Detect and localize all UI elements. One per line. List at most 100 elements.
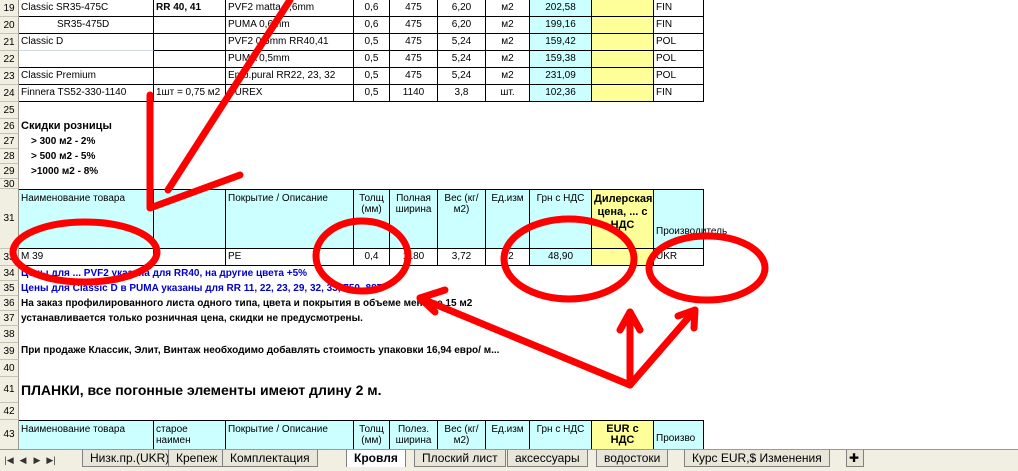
cell-coating[interactable]: PVF2 0,5mm RR40,41 bbox=[226, 34, 354, 51]
next-sheet-icon[interactable]: ▶ bbox=[32, 454, 42, 466]
cell-name[interactable]: М 39 bbox=[19, 249, 154, 266]
cell-old-name[interactable] bbox=[154, 17, 226, 34]
sheet-tab-active[interactable]: Кровля bbox=[346, 450, 406, 467]
cell-name[interactable] bbox=[19, 51, 154, 68]
row-header[interactable]: 21 bbox=[0, 34, 19, 51]
cell-dealer-price[interactable] bbox=[592, 0, 654, 17]
cell-old-name[interactable] bbox=[154, 68, 226, 85]
cell-dealer-price[interactable] bbox=[592, 17, 654, 34]
cell-width[interactable]: 475 bbox=[390, 34, 438, 51]
row-header[interactable]: 33 bbox=[0, 249, 19, 266]
header-coating[interactable]: Покрытие / Описание bbox=[226, 189, 354, 249]
sheet-tab[interactable]: аксессуары bbox=[507, 450, 588, 467]
cell-unit[interactable]: м2 bbox=[486, 51, 530, 68]
cell-coating[interactable]: Emb.pural RR22, 23, 32 bbox=[226, 68, 354, 85]
cell-price-uah[interactable]: 199,16 bbox=[530, 17, 592, 34]
sheet-tab[interactable]: водостоки bbox=[596, 450, 669, 467]
row-header[interactable]: 24 bbox=[0, 85, 19, 102]
cell-name[interactable]: Classic Premium bbox=[19, 68, 154, 85]
row-header[interactable]: 27 bbox=[0, 134, 19, 149]
sheet-tab[interactable]: Плоский лист bbox=[414, 450, 506, 467]
row-header[interactable]: 20 bbox=[0, 17, 19, 34]
cell-dealer-price[interactable] bbox=[592, 34, 654, 51]
cell-thickness[interactable]: 0,5 bbox=[354, 85, 390, 102]
row-header[interactable]: 41 bbox=[0, 377, 19, 403]
row-header[interactable]: 40 bbox=[0, 360, 19, 377]
header-old-name[interactable]: старое наимен bbox=[154, 420, 226, 449]
cell-thickness[interactable]: 0,6 bbox=[354, 0, 390, 17]
cell-weight[interactable]: 3,8 bbox=[438, 85, 486, 102]
header-price-uah[interactable]: Грн с НДС bbox=[530, 189, 592, 249]
cell-thickness[interactable]: 0,6 bbox=[354, 17, 390, 34]
cell-coating[interactable]: PUMA 0,6mm bbox=[226, 17, 354, 34]
last-sheet-icon[interactable]: ▶| bbox=[46, 454, 56, 466]
cell-unit[interactable]: м2 bbox=[486, 68, 530, 85]
header-coating[interactable]: Покрытие / Описание bbox=[226, 420, 354, 449]
cell-thickness[interactable]: 0,5 bbox=[354, 51, 390, 68]
note-retail-only[interactable]: устанавливается только розничная цена, с… bbox=[19, 311, 619, 326]
cell-coating[interactable]: PE bbox=[226, 249, 354, 266]
spreadsheet-grid[interactable]: 19 Classic SR35-475C RR 40, 41 PVF2 matt… bbox=[0, 0, 1018, 449]
header-unit[interactable]: Ед.изм bbox=[486, 420, 530, 449]
cell-price-uah[interactable]: 202,58 bbox=[530, 0, 592, 17]
cell-name[interactable]: Classic SR35-475C bbox=[19, 0, 154, 17]
row-header[interactable]: 19 bbox=[0, 0, 19, 17]
cell-coating[interactable]: PVF2 matta 0,6mm bbox=[226, 0, 354, 17]
cell-dealer-price[interactable] bbox=[592, 51, 654, 68]
retail-discounts-title[interactable]: Скидки розницы bbox=[19, 119, 319, 134]
cell-manufacturer[interactable]: UKR bbox=[654, 249, 704, 266]
row-header[interactable]: 31 bbox=[0, 189, 19, 249]
cell-thickness[interactable]: 0,5 bbox=[354, 68, 390, 85]
row-header[interactable]: 22 bbox=[0, 51, 19, 68]
cell-price-uah[interactable]: 159,38 bbox=[530, 51, 592, 68]
cell-name[interactable]: SR35-475D bbox=[19, 17, 154, 34]
row-header[interactable]: 30 bbox=[0, 179, 19, 190]
cell-name[interactable]: Finnera TS52-330-1140 bbox=[19, 85, 154, 102]
header-manufacturer[interactable]: Произво bbox=[654, 420, 704, 449]
header-width[interactable]: Полез. ширина bbox=[390, 420, 438, 449]
discount-1000[interactable]: >1000 м2 - 8% bbox=[19, 164, 319, 179]
cell-dealer-price[interactable] bbox=[592, 249, 654, 266]
cell-thickness[interactable]: 0,4 bbox=[354, 249, 390, 266]
header-eur-price[interactable]: EUR с НДС bbox=[592, 420, 654, 449]
cell-old-name[interactable]: 1шт = 0,75 м2 bbox=[154, 85, 226, 102]
row-header[interactable]: 23 bbox=[0, 68, 19, 85]
cell-old-name[interactable] bbox=[154, 34, 226, 51]
cell-manufacturer[interactable]: FIN bbox=[654, 0, 704, 17]
header-manufacturer[interactable]: Производитель bbox=[654, 189, 727, 249]
cell-weight[interactable]: 3,72 bbox=[438, 249, 486, 266]
header-weight[interactable]: Вес (кг/м2) bbox=[438, 420, 486, 449]
note-pvf2[interactable]: Цены для ... PVF2 указана для RR40, на д… bbox=[19, 266, 519, 281]
row-header[interactable]: 38 bbox=[0, 326, 19, 343]
cell-dealer-price[interactable] bbox=[592, 85, 654, 102]
cell-old-name[interactable] bbox=[154, 249, 226, 266]
cell-name[interactable]: Classic D bbox=[19, 34, 154, 51]
cell-weight[interactable]: 5,24 bbox=[438, 34, 486, 51]
cell-weight[interactable]: 6,20 bbox=[438, 0, 486, 17]
note-min-order[interactable]: На заказ профилированного листа одного т… bbox=[19, 296, 619, 311]
cell-manufacturer[interactable]: POL bbox=[654, 34, 704, 51]
header-dealer-price[interactable]: Дилерская цена, ... с НДС bbox=[592, 189, 654, 249]
row-header[interactable]: 29 bbox=[0, 164, 19, 179]
note-packaging[interactable]: При продаже Классик, Элит, Винтаж необхо… bbox=[19, 343, 719, 360]
discount-300[interactable]: > 300 м2 - 2% bbox=[19, 134, 319, 149]
header-thickness[interactable]: Толщ (мм) bbox=[354, 420, 390, 449]
row-header[interactable]: 25 bbox=[0, 102, 19, 119]
new-sheet-icon[interactable]: ✚ bbox=[846, 450, 864, 467]
header-unit[interactable]: Ед.изм bbox=[486, 189, 530, 249]
header-weight[interactable]: Вес (кг/м2) bbox=[438, 189, 486, 249]
cell-price-uah[interactable]: 231,09 bbox=[530, 68, 592, 85]
cell-width[interactable]: 475 bbox=[390, 51, 438, 68]
prev-sheet-icon[interactable]: ◀ bbox=[18, 454, 28, 466]
cell-width[interactable]: 475 bbox=[390, 0, 438, 17]
row-header[interactable]: 37 bbox=[0, 311, 19, 326]
row-header[interactable]: 26 bbox=[0, 119, 19, 134]
row-header[interactable]: 34 bbox=[0, 266, 19, 281]
row-header[interactable]: 42 bbox=[0, 403, 19, 420]
sheet-tab[interactable]: Крепеж bbox=[168, 450, 226, 467]
header-old-name[interactable] bbox=[154, 189, 226, 249]
cell-unit[interactable]: м2 bbox=[486, 0, 530, 17]
header-name[interactable]: Наименование товара bbox=[19, 420, 154, 449]
row-header[interactable]: 36 bbox=[0, 296, 19, 311]
note-puma[interactable]: Цены для Classic D в PUMA указаны для RR… bbox=[19, 281, 519, 296]
